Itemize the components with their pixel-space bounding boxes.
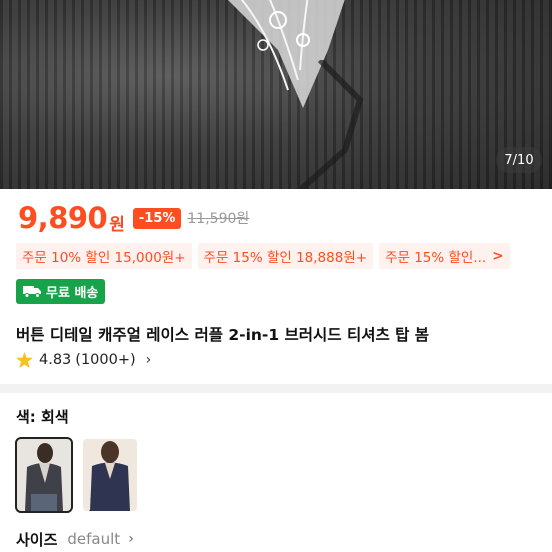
swatch-navy[interactable] bbox=[83, 439, 137, 511]
free-shipping-badge: 무료 배송 bbox=[16, 279, 106, 304]
size-option-row[interactable]: 사이즈 default › bbox=[16, 528, 134, 550]
shipping-label: 무료 배송 bbox=[46, 286, 99, 301]
color-option-label: 색: 회색 bbox=[16, 408, 69, 426]
review-count: (1000+) bbox=[75, 352, 136, 368]
rating-score: 4.83 bbox=[39, 352, 72, 368]
star-icon bbox=[16, 352, 33, 368]
product-image-gallery[interactable]: 7/10 bbox=[0, 0, 552, 189]
original-price: 11,590원 bbox=[187, 211, 250, 227]
chevron-right-icon[interactable]: > bbox=[492, 248, 503, 264]
swatch-gray[interactable] bbox=[15, 437, 73, 513]
image-counter: 7/10 bbox=[496, 147, 542, 173]
collar-fold-shape bbox=[300, 60, 364, 189]
truck-icon bbox=[23, 286, 41, 298]
chevron-right-icon[interactable]: › bbox=[128, 531, 134, 547]
price-row: 9,890 원 -15% 11,590원 bbox=[18, 200, 249, 236]
size-label: 사이즈 bbox=[16, 530, 58, 549]
sale-price: 9,890 bbox=[18, 201, 108, 235]
coupon-chip[interactable]: 주문 10% 할인 15,000원+ bbox=[16, 243, 192, 269]
gray-top-thumbnail bbox=[17, 439, 71, 511]
coupon-list: 주문 10% 할인 15,000원+ 주문 15% 할인 18,888원+ 주문… bbox=[16, 243, 510, 269]
section-divider bbox=[0, 384, 552, 393]
coupon-chip[interactable]: 주문 15% 할인... > bbox=[379, 243, 510, 269]
size-value: default bbox=[67, 530, 121, 548]
chevron-right-icon[interactable]: › bbox=[146, 352, 152, 368]
coupon-chip[interactable]: 주문 15% 할인 18,888원+ bbox=[197, 243, 374, 269]
currency-unit: 원 bbox=[109, 214, 125, 235]
discount-badge: -15% bbox=[132, 207, 182, 229]
product-title: 버튼 디테일 캐주얼 레이스 러플 2-in-1 브러시드 티셔츠 탑 봄 bbox=[16, 326, 430, 344]
navy-top-thumbnail bbox=[83, 439, 137, 511]
rating-row[interactable]: 4.83 (1000+) › bbox=[16, 349, 151, 371]
